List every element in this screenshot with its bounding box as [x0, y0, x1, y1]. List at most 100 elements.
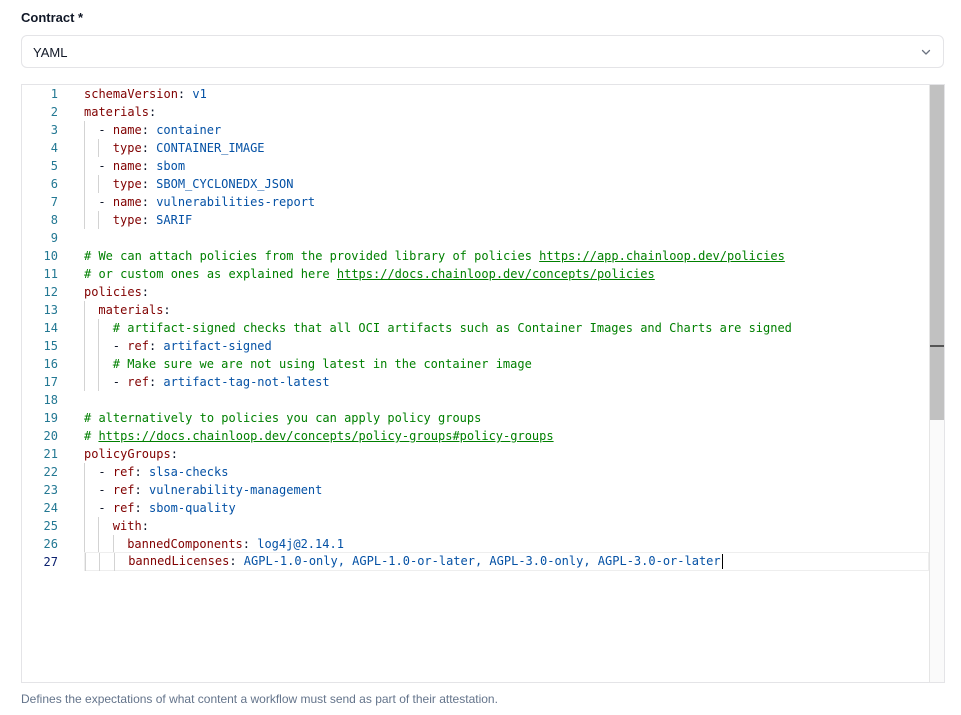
code-token: - — [98, 195, 113, 209]
code-line[interactable]: - ref: vulnerability-management — [84, 481, 928, 499]
code-token: policyGroups — [84, 447, 171, 461]
line-number: 3 — [50, 123, 58, 137]
code-line[interactable]: with: — [84, 517, 928, 535]
line-number: 18 — [43, 393, 58, 407]
code-token: ref — [127, 339, 149, 353]
code-token: sbom — [156, 159, 186, 173]
code-token: : — [163, 303, 171, 317]
code-token: sbom-quality — [148, 501, 236, 515]
line-number: 8 — [50, 213, 58, 227]
code-token: - — [112, 339, 128, 353]
code-line[interactable]: policies: — [84, 283, 928, 301]
code-token: : — [229, 554, 244, 568]
indent-guide — [98, 535, 100, 553]
line-number: 15 — [43, 339, 58, 353]
indent-guide — [112, 535, 114, 553]
code-line[interactable]: # https://docs.chainloop.dev/concepts/po… — [84, 427, 928, 445]
code-token: ref — [112, 465, 135, 479]
code-line[interactable]: type: SARIF — [84, 211, 928, 229]
code-line[interactable]: - ref: sbom-quality — [84, 499, 928, 517]
code-line[interactable]: type: SBOM_CYCLONEDX_JSON — [84, 175, 928, 193]
code-line[interactable]: bannedComponents: log4j@2.14.1 — [84, 535, 928, 553]
code-editor[interactable]: 1 2 3 4 5 6 7 8 9 10 11 12 13 14 15 16 17 18 19 20 21 22 23 24 2… — [21, 84, 945, 683]
indent-guide — [98, 211, 100, 229]
code-line[interactable]: - ref: slsa-checks — [84, 463, 928, 481]
code-token: : — [141, 141, 157, 155]
code-line[interactable]: - name: vulnerabilities-report — [84, 193, 928, 211]
code-token: SARIF — [156, 213, 193, 227]
code-token: AGPL-1.0-only, AGPL-1.0-or-later, AGPL-3… — [243, 554, 721, 568]
code-line[interactable]: bannedLicenses: AGPL-1.0-only, AGPL-1.0-… — [84, 552, 929, 571]
code-token: v1 — [192, 87, 207, 101]
code-line[interactable]: materials: — [84, 103, 928, 121]
code-token: vulnerabilities-report — [156, 195, 316, 209]
code-token: : — [141, 123, 157, 137]
code-line[interactable] — [84, 391, 928, 409]
code-token: name — [112, 195, 142, 209]
code-token: - — [98, 483, 113, 497]
code-token: name — [112, 123, 142, 137]
line-number: 13 — [43, 303, 58, 317]
code-line[interactable]: # or custom ones as explained here https… — [84, 265, 928, 283]
line-number: 7 — [50, 195, 58, 209]
code-line[interactable]: # Make sure we are not using latest in t… — [84, 355, 928, 373]
code-token: slsa-checks — [148, 465, 229, 479]
code-token: : — [148, 375, 164, 389]
code-token[interactable]: https://docs.chainloop.dev/concepts/poli… — [98, 429, 553, 443]
line-number: 9 — [50, 231, 58, 245]
code-token: materials — [98, 303, 164, 317]
indent-guide — [84, 319, 85, 337]
code-token: : — [177, 87, 193, 101]
indent-guide — [84, 355, 85, 373]
language-select-value: YAML — [33, 45, 68, 60]
line-number: 14 — [43, 321, 58, 335]
indent-guide — [98, 139, 100, 157]
code-line[interactable]: policyGroups: — [84, 445, 928, 463]
code-token: bannedLicenses — [128, 554, 230, 568]
code-area[interactable]: schemaVersion: v1 materials: - name: conta… — [84, 85, 929, 682]
code-line[interactable] — [84, 229, 928, 247]
line-number-gutter: 1 2 3 4 5 6 7 8 9 10 11 12 13 14 15 16 17 18 19 20 21 22 23 24 2… — [22, 85, 72, 682]
language-select[interactable]: YAML — [21, 35, 944, 68]
indent-guide — [98, 337, 100, 355]
indent-guide — [84, 301, 85, 319]
code-token: : — [149, 105, 157, 119]
contract-label: Contract * — [21, 10, 84, 25]
code-line[interactable]: materials: — [84, 301, 928, 319]
scrollbar-thumb[interactable] — [930, 85, 944, 420]
code-token: - — [98, 159, 113, 173]
code-line[interactable]: type: CONTAINER_IMAGE — [84, 139, 928, 157]
code-token: : — [141, 213, 157, 227]
code-token: : — [148, 339, 164, 353]
line-number: 25 — [43, 519, 58, 533]
indent-guide — [84, 517, 85, 535]
code-line[interactable]: - name: sbom — [84, 157, 928, 175]
code-line[interactable]: # alternatively to policies you can appl… — [84, 409, 928, 427]
text-cursor — [721, 554, 723, 569]
indent-guide — [84, 139, 85, 157]
code-line[interactable]: - ref: artifact-signed — [84, 337, 928, 355]
vertical-scrollbar[interactable] — [929, 85, 944, 682]
indent-guide — [98, 517, 100, 535]
line-number: 2 — [50, 105, 58, 119]
line-number: 27 — [43, 555, 58, 569]
code-token: SBOM_CYCLONEDX_JSON — [156, 177, 294, 191]
code-token: ref — [112, 483, 135, 497]
code-token[interactable]: https://app.chainloop.dev/policies — [539, 249, 785, 263]
indent-guide — [98, 175, 100, 193]
indent-guide — [113, 553, 115, 571]
code-line[interactable]: - name: container — [84, 121, 928, 139]
line-number: 11 — [43, 267, 58, 281]
code-token: - — [98, 501, 113, 515]
code-line[interactable]: # artifact-signed checks that all OCI ar… — [84, 319, 928, 337]
line-number: 5 — [50, 159, 58, 173]
line-number: 21 — [43, 447, 58, 461]
code-line[interactable]: - ref: artifact-tag-not-latest — [84, 373, 928, 391]
code-line[interactable]: # We can attach policies from the provid… — [84, 247, 928, 265]
indent-guide — [84, 499, 85, 517]
code-token[interactable]: https://docs.chainloop.dev/concepts/poli… — [337, 267, 655, 281]
code-line[interactable]: schemaVersion: v1 — [84, 85, 928, 103]
code-token: type — [112, 177, 142, 191]
indent-guide — [84, 175, 85, 193]
code-token: CONTAINER_IMAGE — [156, 141, 265, 155]
